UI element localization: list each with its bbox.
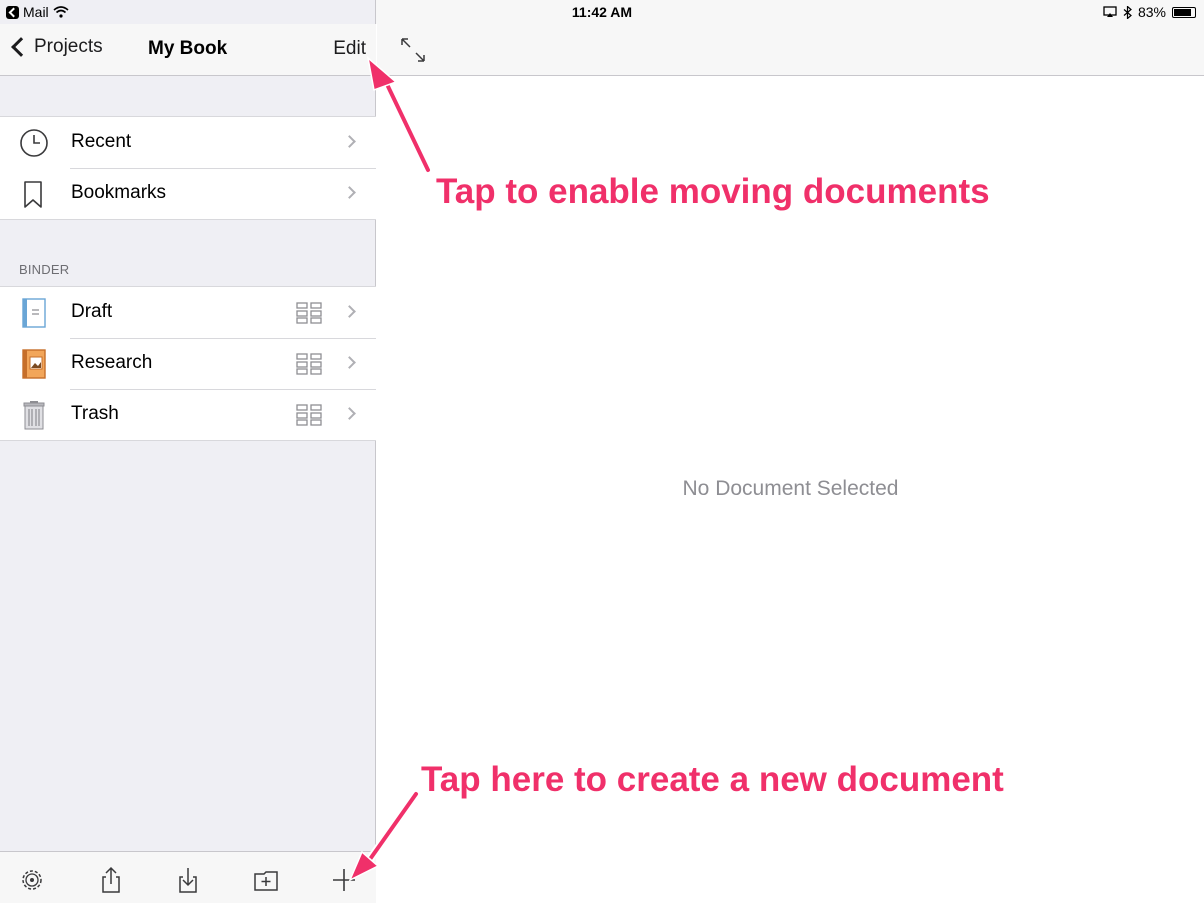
chevron-right-icon (343, 356, 356, 369)
corkboard-grid-icon[interactable] (296, 353, 322, 375)
settings-gear-icon[interactable] (18, 866, 46, 894)
binder-item-trash[interactable]: Trash (0, 389, 376, 440)
detail-navbar (377, 24, 1204, 76)
back-label: Projects (34, 36, 103, 57)
binder-item-research[interactable]: Research (0, 338, 376, 389)
expand-fullscreen-icon[interactable] (399, 36, 427, 64)
list-item-label: Research (71, 352, 153, 373)
edit-button[interactable]: Edit (333, 38, 366, 60)
import-icon[interactable] (174, 866, 202, 894)
add-document-icon[interactable] (330, 866, 358, 894)
bookmark-icon (24, 181, 42, 208)
chevron-right-icon (343, 407, 356, 420)
sidebar: Projects My Book Edit Recent Bookmarks B… (0, 0, 376, 903)
list-item-label: Bookmarks (71, 182, 167, 203)
list-item-recent[interactable]: Recent (0, 117, 376, 168)
binder-item-draft[interactable]: Draft (0, 287, 376, 338)
binder-section-header: BINDER (19, 262, 70, 277)
research-folder-icon (22, 349, 46, 379)
binder-list: Draft Research Trash (0, 286, 376, 441)
share-icon[interactable] (97, 866, 125, 894)
list-item-label: Draft (71, 301, 113, 322)
list-item-label: Recent (71, 131, 132, 152)
list-item-label: Trash (71, 403, 119, 424)
bottom-toolbar (0, 851, 376, 903)
corkboard-grid-icon[interactable] (296, 404, 322, 426)
chevron-left-icon (11, 37, 31, 57)
clock-icon (20, 129, 48, 157)
bluetooth-icon (1123, 5, 1132, 19)
back-to-projects-button[interactable]: Projects (10, 36, 103, 58)
sidebar-navbar: Projects My Book Edit (0, 24, 376, 76)
chevron-right-icon (343, 135, 356, 148)
battery-icon (1172, 6, 1196, 18)
quick-access-list: Recent Bookmarks (0, 116, 376, 220)
status-bar: Mail 11:42 AM 83% (0, 0, 1204, 24)
chevron-right-icon (343, 305, 356, 318)
chevron-right-icon (343, 186, 356, 199)
empty-state-message: No Document Selected (682, 477, 899, 500)
annotation-add-hint: Tap here to create a new document (421, 760, 1004, 799)
annotation-edit-hint: Tap to enable moving documents (436, 172, 990, 211)
new-folder-icon[interactable] (253, 866, 281, 894)
list-item-bookmarks[interactable]: Bookmarks (0, 168, 376, 219)
battery-level-fill (1174, 8, 1191, 16)
corkboard-grid-icon[interactable] (296, 302, 322, 324)
airplay-icon (1103, 6, 1117, 17)
status-indicators: 83% (1103, 4, 1196, 20)
draft-folder-icon (22, 298, 46, 328)
trash-icon (23, 401, 45, 430)
status-time: 11:42 AM (571, 4, 633, 20)
page-title: My Book (148, 38, 228, 59)
battery-percent: 83% (1137, 4, 1166, 20)
